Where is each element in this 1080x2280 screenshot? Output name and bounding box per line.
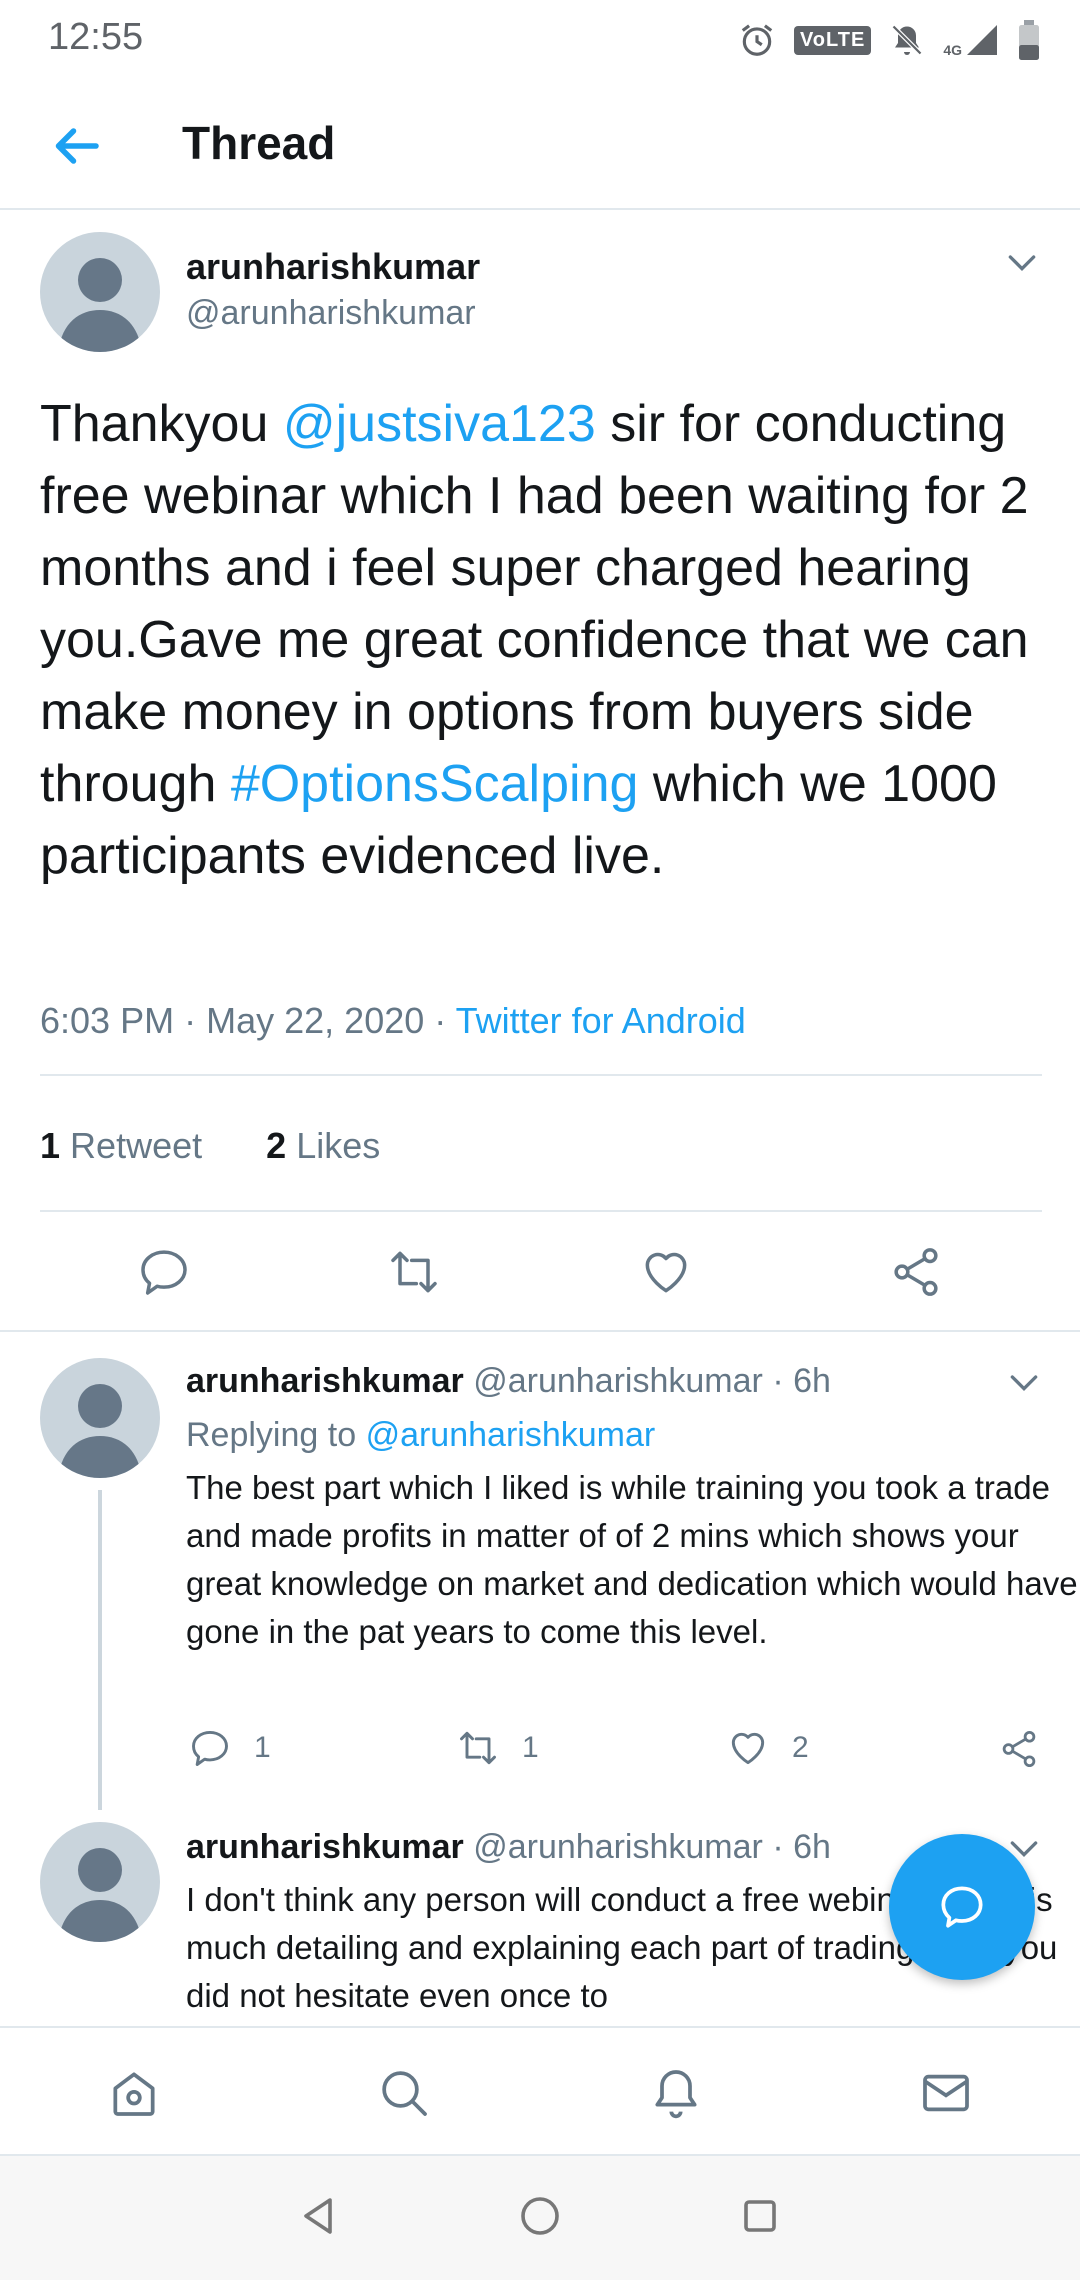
thread-connector-line [98,1490,102,1810]
reply-action-share[interactable] [998,1728,1040,1770]
retweet-count: 1 [40,1125,61,1166]
back-button[interactable] [46,116,106,176]
retweet-label: Retweet [70,1125,203,1166]
author-avatar[interactable] [40,232,160,352]
tweet-menu-button[interactable] [1002,242,1042,282]
divider [40,1074,1042,1076]
author-handle[interactable]: @arunharishkumar [186,294,476,333]
replying-to: Replying to @arunharishkumar [186,1416,655,1455]
like-label: Likes [296,1125,381,1166]
search-icon [382,2071,427,2116]
reply-age: 6h [793,1828,831,1866]
reply-author-handle[interactable]: @arunharishkumar [473,1828,763,1866]
notifications-off-icon [892,24,923,56]
reply-bubble-icon [941,1886,983,1928]
divider [40,1210,1042,1212]
replying-to-label: Replying to [186,1416,357,1454]
share-icon [894,1248,938,1296]
tab-notifications[interactable] [648,2065,704,2121]
tweet-date: May 22, 2020 [206,1000,425,1041]
recents-icon [744,2200,776,2232]
divider [0,1330,1080,1332]
bottom-tab-bar [0,2026,1080,2156]
status-time: 12:55 [48,16,144,58]
reply-header: arunharishkumar @arunharishkumar · 6h [186,1828,831,1867]
chevron-down-icon [1008,255,1036,272]
system-back-button[interactable] [294,2192,342,2240]
retweet-icon [391,1251,437,1293]
back-arrow-icon [55,128,99,164]
replying-to-link[interactable]: @arunharishkumar [366,1416,656,1454]
tab-messages[interactable] [918,2065,974,2121]
compose-reply-button[interactable] [889,1834,1035,1980]
reply-menu-button[interactable] [1004,1362,1044,1402]
author-name[interactable]: arunharishkumar [186,246,480,288]
retweet-icon [460,1731,496,1765]
system-navigation-bar [0,2156,1080,2280]
reply-author-name[interactable]: arunharishkumar [186,1828,464,1866]
default-avatar-icon [58,1848,142,1942]
tab-home[interactable] [106,2065,162,2121]
retweet-count: 1 [522,1731,539,1764]
reply-avatar[interactable] [40,1358,160,1478]
retweets-stat[interactable]: 1 Retweet [40,1125,202,1166]
reply-header: arunharishkumar @arunharishkumar · 6h [186,1362,831,1401]
tab-search[interactable] [376,2065,432,2121]
alarm-icon [741,24,773,56]
status-icons: VoLTE 4G [738,20,1040,60]
signal-indicator: 4G [943,22,1000,58]
like-count: 2 [266,1125,287,1166]
reply-age: 6h [793,1362,831,1400]
chevron-down-icon [1010,1375,1038,1392]
status-bar: 12:55 VoLTE 4G [0,0,1080,80]
default-avatar-icon [58,1384,142,1478]
page-title: Thread [182,117,336,169]
heart-icon [645,1252,687,1293]
tweet-time: 6:03 PM [40,1000,175,1041]
mention-link[interactable]: @justsiva123 [283,395,596,453]
home-icon [113,2072,155,2116]
reply-action-like[interactable]: 2 [726,1726,809,1770]
share-button[interactable] [888,1244,944,1300]
network-type: 4G [943,42,962,58]
separator: · [772,1362,784,1400]
tweet-stats: 1 Retweet 2 Likes [40,1125,380,1167]
share-icon [1002,1730,1036,1768]
reply-author-handle[interactable]: @arunharishkumar [473,1362,763,1400]
separator: · [184,1000,197,1041]
reply-action-retweet[interactable]: 1 [456,1726,539,1770]
tweet-text-part: Thankyou [40,395,283,453]
tweet-text: Thankyou @justsiva123 sir for conducting… [40,388,1050,892]
separator: · [772,1828,784,1866]
hashtag-link[interactable]: #OptionsScalping [231,755,639,813]
thread-header: Thread [0,80,1080,210]
reply-count: 1 [254,1731,271,1764]
like-button[interactable] [638,1244,694,1300]
tweet-text-part: sir for conducting free webinar which I … [40,395,1029,813]
tweet-meta: 6:03 PM · May 22, 2020 · Twitter for And… [40,1000,746,1042]
signal-icon [967,25,997,55]
like-count: 2 [792,1731,809,1764]
reply-icon [141,1250,187,1295]
likes-stat[interactable]: 2 Likes [266,1125,380,1166]
reply-action-reply[interactable]: 1 [188,1726,271,1770]
reply-icon [192,1730,228,1766]
system-recents-button[interactable] [736,2192,784,2240]
home-circle-icon [521,2197,559,2235]
reply-avatar[interactable] [40,1822,160,1942]
separator: · [434,1000,447,1041]
messages-icon [923,2074,969,2112]
reply-text: The best part which I liked is while tra… [186,1469,1078,1650]
back-icon [304,2198,332,2234]
battery-icon [1019,20,1039,60]
reply-button[interactable] [136,1244,192,1300]
system-home-button[interactable] [516,2192,564,2240]
reply-author-name[interactable]: arunharishkumar [186,1362,464,1400]
tweet-source-link[interactable]: Twitter for Android [456,1000,746,1041]
retweet-button[interactable] [386,1244,442,1300]
notifications-icon [655,2070,697,2119]
volte-badge: VoLTE [793,25,872,55]
default-avatar-icon [58,258,142,352]
heart-icon [731,1732,765,1765]
